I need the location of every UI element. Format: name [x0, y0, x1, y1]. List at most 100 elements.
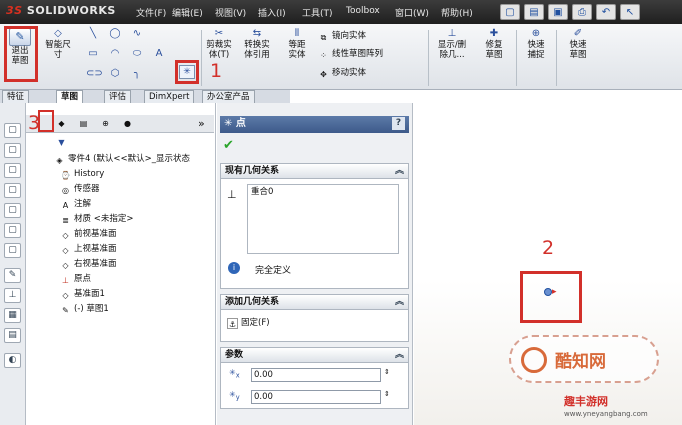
tab-office-products[interactable]: 办公室产品 [202, 90, 255, 103]
view-right-icon[interactable]: ▢ [4, 183, 21, 198]
part-icon: ◈ [56, 156, 63, 165]
property-manager-tab-icon[interactable]: ▤ [78, 118, 89, 129]
rectangle-icon[interactable]: ▭ [86, 48, 100, 60]
menu-edit[interactable]: 编辑(E) [172, 6, 203, 19]
linear-pattern-button[interactable]: ⁘ 线性草图阵列 [318, 48, 383, 61]
circle-icon[interactable]: ◯ [108, 28, 122, 40]
view-bottom-icon[interactable]: ▢ [4, 243, 21, 258]
sketch-tool-icon[interactable]: ✎ [4, 268, 21, 283]
tree-item-top-plane[interactable]: ◇ 上视基准面 [60, 243, 116, 256]
mirror-entities-button[interactable]: ⧉ 镜向实体 [318, 30, 366, 43]
history-icon: ⌚ [60, 171, 71, 180]
collapse-icon[interactable]: ︽ [395, 164, 404, 178]
expand-panel-icon[interactable]: » [198, 117, 205, 130]
view-back-icon[interactable]: ▢ [4, 223, 21, 238]
relation-item[interactable]: 重合0 [251, 186, 273, 199]
feature-manager-tab-icon[interactable]: ◆ [56, 118, 67, 129]
ellipse-icon[interactable]: ⬭ [130, 48, 144, 60]
y-coordinate-icon: ✳y [229, 390, 240, 402]
appearance-icon[interactable]: ◐ [4, 353, 21, 368]
x-spinner-icon[interactable]: ⇕ [384, 368, 390, 376]
info-icon: i [228, 262, 240, 274]
undo-icon[interactable]: ↶ [596, 4, 616, 20]
offset-entities-button[interactable]: ⫴ 等距实体 [280, 28, 314, 60]
view-front-icon[interactable]: ▢ [4, 143, 21, 158]
grid-tool-icon[interactable]: ▦ [4, 308, 21, 323]
text-icon[interactable]: A [152, 48, 166, 60]
offset-icon: ⫴ [294, 28, 300, 39]
fix-relation-button[interactable]: ⚓ 固定(F) [227, 317, 270, 330]
line-icon[interactable]: ╲ [86, 28, 100, 40]
tree-item-material[interactable]: ≣ 材质 <未指定> [60, 213, 133, 226]
property-header: ✳ 点 ? [220, 116, 409, 133]
collapse-icon[interactable]: ︽ [395, 295, 404, 309]
menu-tools[interactable]: 工具(T) [302, 6, 333, 19]
filter-icon[interactable]: ▼ [56, 137, 67, 148]
fix-icon: ⚓ [227, 318, 238, 329]
tab-sketch[interactable]: 草图 [56, 90, 84, 103]
plane-icon: ◇ [62, 246, 69, 255]
menu-window[interactable]: 窗口(W) [395, 6, 429, 19]
repair-icon: ✚ [489, 28, 499, 39]
rapid-sketch-icon: ✐ [573, 28, 583, 39]
tab-evaluate[interactable]: 评估 [104, 90, 132, 103]
tree-root-part[interactable]: ◈ 零件4 (默认<<默认>_显示状态 [54, 153, 190, 166]
y-spinner-icon[interactable]: ⇕ [384, 390, 390, 398]
y-coordinate-input[interactable]: 0.00 [251, 390, 381, 404]
fillet-icon[interactable]: ╮ [130, 68, 144, 80]
smart-dimension-button[interactable]: ◇ 智能尺寸 [44, 28, 72, 60]
move-icon: ✥ [320, 70, 327, 79]
view-top-icon[interactable]: ▢ [4, 163, 21, 178]
parameters-header[interactable]: 参数 ︽ [221, 348, 408, 363]
arc-icon[interactable]: ◠ [108, 48, 122, 60]
tree-item-sketch1[interactable]: ✎ (-) 草图1 [60, 303, 109, 316]
print-icon[interactable]: ⎙ [572, 4, 592, 20]
spline-icon[interactable]: ∿ [130, 28, 144, 40]
configuration-manager-tab-icon[interactable]: ⊕ [100, 118, 111, 129]
trim-entities-button[interactable]: ✂ 剪裁实体(T) [202, 28, 236, 60]
tree-item-right-plane[interactable]: ◇ 右视基准面 [60, 258, 116, 271]
select-icon[interactable]: ↖ [620, 4, 640, 20]
view-iso-icon[interactable]: ▢ [4, 203, 21, 218]
menu-toolbox[interactable]: Toolbox [346, 6, 380, 16]
tree-item-annotations[interactable]: A 注解 [60, 198, 91, 211]
save-icon[interactable]: ▣ [548, 4, 568, 20]
rapid-sketch-button[interactable]: ✐ 快速草图 [560, 28, 596, 60]
repair-sketch-button[interactable]: ✚ 修复草图 [476, 28, 512, 60]
view-orientation-icon[interactable]: ▢ [4, 123, 21, 138]
watermark-badge: 酷知网 [509, 335, 659, 383]
graphics-area[interactable]: 2 ▸ 酷知网 趣丰游网 www.yneyangbang.com [414, 103, 682, 425]
new-document-icon[interactable]: ▢ [500, 4, 520, 20]
open-folder-icon[interactable]: ▤ [524, 4, 544, 20]
tab-dimxpert[interactable]: DimXpert [144, 90, 195, 103]
display-manager-tab-icon[interactable]: ● [122, 118, 133, 129]
existing-relations-header[interactable]: 现有几何关系 ︽ [221, 164, 408, 179]
polygon-icon[interactable]: ⬡ [108, 68, 122, 80]
layer-tool-icon[interactable]: ▤ [4, 328, 21, 343]
tree-item-plane1[interactable]: ◇ 基准面1 [60, 288, 105, 301]
tab-features[interactable]: 特征 [2, 90, 30, 103]
menu-file[interactable]: 文件(F) [136, 6, 166, 19]
quick-snaps-button[interactable]: ⊕ 快速捕捉 [518, 28, 554, 60]
existing-relations-list[interactable]: 重合0 [247, 184, 399, 254]
linear-pattern-icon: ⁘ [320, 51, 327, 60]
sketch-entity-tools: ╲ ◯ ∿ ▭ ◠ ⬭ A ⊂⊃ ⬡ ╮ [86, 28, 176, 88]
tree-item-front-plane[interactable]: ◇ 前视基准面 [60, 228, 116, 241]
move-entities-button[interactable]: ✥ 移动实体 [318, 67, 366, 80]
slot-icon[interactable]: ⊂⊃ [86, 68, 103, 80]
show-delete-relations-button[interactable]: ⊥ 显示/删除几... [432, 28, 472, 60]
sketch-point-marker[interactable] [544, 288, 552, 296]
ok-checkmark-icon[interactable]: ✔ [223, 138, 234, 153]
add-relations-header[interactable]: 添加几何关系 ︽ [221, 295, 408, 310]
relation-tool-icon[interactable]: ⊥ [4, 288, 21, 303]
tree-item-history[interactable]: ⌚ History [60, 168, 105, 181]
menu-help[interactable]: 帮助(H) [441, 6, 473, 19]
menu-view[interactable]: 视图(V) [215, 6, 246, 19]
tree-item-origin[interactable]: ⊥ 原点 [60, 273, 91, 286]
collapse-icon[interactable]: ︽ [395, 348, 404, 362]
tree-item-sensors[interactable]: ◎ 传感器 [60, 183, 100, 196]
x-coordinate-input[interactable]: 0.00 [251, 368, 381, 382]
menu-insert[interactable]: 插入(I) [258, 6, 286, 19]
help-button[interactable]: ? [392, 117, 405, 130]
convert-entities-button[interactable]: ⇆ 转换实体引用 [240, 28, 274, 60]
